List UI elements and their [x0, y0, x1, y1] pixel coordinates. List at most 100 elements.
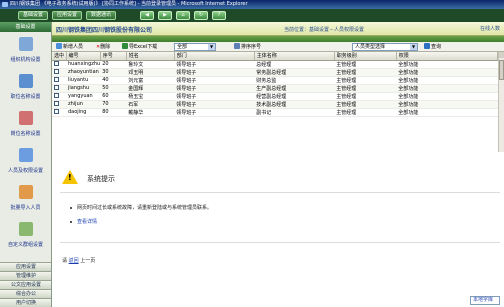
sidebar-bottom-app-settings[interactable]: 应用设置	[0, 262, 51, 271]
row-checkbox[interactable]	[54, 77, 59, 82]
divider	[60, 242, 500, 243]
sidebar-bottom-maintenance[interactable]: 管理维护	[0, 271, 51, 280]
back-prompt: 请 返回 上一页	[62, 258, 96, 264]
sidebar-bottom-doc-settings[interactable]: 公文应用设置	[0, 280, 51, 289]
sort-by-seq-button[interactable]: 排序序号	[234, 42, 261, 52]
bullet-icon	[70, 220, 72, 223]
back-arrow-icon[interactable]: ◀	[140, 11, 154, 20]
query-button[interactable]: 查询	[424, 42, 441, 52]
row-checkbox[interactable]	[54, 61, 59, 66]
row-checkbox[interactable]	[54, 69, 59, 74]
online-count-link[interactable]: 在线人数	[480, 25, 500, 32]
row-id: yangyuan	[66, 92, 101, 101]
table-row[interactable]: liuyantu 40 刘元富 领导班子 财务总监 主管经理 全部功能	[52, 76, 498, 85]
sidebar-item-people[interactable]: 人员及权限设置	[0, 143, 51, 180]
row-perm: 全部功能	[396, 92, 498, 101]
sort-icon	[234, 43, 240, 49]
col-level[interactable]: 职务级别	[334, 52, 397, 61]
row-level: 主管经理	[334, 76, 397, 85]
table-row[interactable]: daojing 80 戴静华 领导班子 副书记 主管经理 全部功能	[52, 108, 498, 117]
company-name: 四川钢铁集团四川钢铁股份有限公司	[56, 27, 153, 34]
row-level: 主管经理	[334, 100, 397, 109]
top-nav-data-comm[interactable]: 数据通讯	[86, 11, 116, 20]
row-seq: 60	[100, 92, 127, 101]
chevron-down-icon: ▼	[208, 44, 215, 50]
row-dept: 领导班子	[174, 92, 255, 101]
col-dept[interactable]: 部门	[174, 52, 255, 61]
col-title[interactable]: 主体名称	[254, 52, 335, 61]
sidebar-item-group[interactable]: 自定义群组设置	[0, 217, 51, 254]
scroll-up-arrow-icon[interactable]	[499, 52, 504, 58]
row-level: 主管经理	[334, 84, 397, 93]
col-perm[interactable]: 权限	[396, 52, 499, 61]
user-type-select[interactable]: 人员类型选择 ▼	[352, 43, 418, 51]
col-select[interactable]: 选中	[52, 52, 67, 61]
warning-icon: !	[62, 170, 78, 184]
user-table: 选中 编号 序号 姓名 部门 主体名称 职务级别 权限 huanxingzhu …	[52, 52, 499, 117]
scroll-thumb[interactable]	[499, 60, 504, 80]
table-row[interactable]: jiangshu 50 金国辉 领导班子 生产副总经理 主管经理 全部功能	[52, 84, 498, 93]
row-title: 总经理	[254, 60, 335, 69]
row-seq: 70	[100, 100, 127, 109]
row-perm: 全部功能	[396, 76, 498, 85]
browser-icon	[2, 2, 8, 7]
breadcrumb: 当前位置：基础设置－人员权限设置	[284, 27, 365, 33]
table-row[interactable]: huanxingzhu 20 鲁玲文 领导班子 总经理 主管经理 全部功能	[52, 60, 498, 69]
sidebar-item-org[interactable]: 组织机构设置	[0, 32, 51, 69]
sidebar-bottom-office[interactable]: 综合办公	[0, 289, 51, 298]
delete-button[interactable]: ✕删除	[96, 42, 110, 52]
row-seq: 30	[100, 68, 127, 77]
row-seq: 80	[100, 108, 127, 117]
col-name[interactable]: 姓名	[126, 52, 175, 61]
sidebar-item-post[interactable]: 岗位名称设置	[0, 106, 51, 143]
row-dept: 领导班子	[174, 76, 255, 85]
sidebar-item-label: 自定义群组设置	[7, 242, 43, 248]
alert-message: 网页时间过长或系统故障，请重新登陆或与系统管理员联系。	[70, 204, 212, 211]
row-title: 常务副总经理	[254, 68, 335, 77]
new-user-button[interactable]: 新增人员	[56, 42, 83, 52]
sidebar-bottom-switch-user[interactable]: 用户切换	[0, 298, 51, 307]
refresh-icon[interactable]: ↻	[194, 11, 208, 20]
help-icon[interactable]: ?	[212, 11, 226, 20]
row-id: zhaoyuntian	[66, 68, 101, 77]
row-dept: 领导班子	[174, 68, 255, 77]
col-seq[interactable]: 序号	[100, 52, 127, 61]
top-nav-app-settings[interactable]: 应用设置	[52, 11, 82, 20]
back-link[interactable]: 返回	[69, 258, 79, 264]
row-seq: 50	[100, 84, 127, 93]
col-id[interactable]: 编号	[66, 52, 101, 61]
row-name: 刘元富	[126, 76, 175, 85]
toolbar: 新增人员 ✕删除 导Excel下载 全部 ▼ 排序序号 人员类型选择 ▼ 查询	[52, 42, 504, 52]
row-perm: 全部功能	[396, 68, 498, 77]
position-icon	[19, 74, 33, 88]
alert-title: 系统提示	[87, 175, 115, 183]
row-level: 主管经理	[334, 60, 397, 69]
sidebar-item-import[interactable]: 批量导入人员	[0, 180, 51, 217]
row-id: zhijun	[66, 100, 101, 109]
view-details-link[interactable]: 查看详情	[70, 218, 97, 225]
row-checkbox[interactable]	[54, 93, 59, 98]
table-row[interactable]: zhaoyuntian 30 邓玉明 领导班子 常务副总经理 主管经理 全部功能	[52, 68, 498, 77]
import-icon	[19, 185, 33, 199]
home-icon[interactable]: ⌂	[176, 11, 190, 20]
sidebar-item-position[interactable]: 职位名称设置	[0, 69, 51, 106]
main-panel: 四川钢铁集团四川钢铁股份有限公司 当前位置：基础设置－人员权限设置 在线人数 新…	[52, 22, 504, 307]
row-name: 鲁玲文	[126, 60, 175, 69]
row-dept: 领导班子	[174, 108, 255, 117]
filter-select[interactable]: 全部 ▼	[174, 43, 216, 51]
row-checkbox[interactable]	[54, 101, 59, 106]
table-row[interactable]: yangyuan 60 杨玉宝 领导班子 经营副总经理 主管经理 全部功能	[52, 92, 498, 101]
row-checkbox[interactable]	[54, 109, 59, 114]
search-icon	[424, 43, 430, 49]
row-perm: 全部功能	[396, 84, 498, 93]
top-nav-basic-settings[interactable]: 基础设置	[18, 11, 48, 20]
row-checkbox[interactable]	[54, 85, 59, 90]
forward-arrow-icon[interactable]: ▶	[158, 11, 172, 20]
status-font-select[interactable]: 本地字库	[470, 296, 500, 305]
row-title: 生产副总经理	[254, 84, 335, 93]
table-scrollbar[interactable]	[498, 52, 504, 152]
export-excel-button[interactable]: 导Excel下载	[122, 42, 157, 52]
table-row[interactable]: zhijun 70 石军 领导班子 技术副总经理 主管经理 全部功能	[52, 100, 498, 109]
org-icon	[19, 37, 33, 51]
row-seq: 20	[100, 60, 127, 69]
